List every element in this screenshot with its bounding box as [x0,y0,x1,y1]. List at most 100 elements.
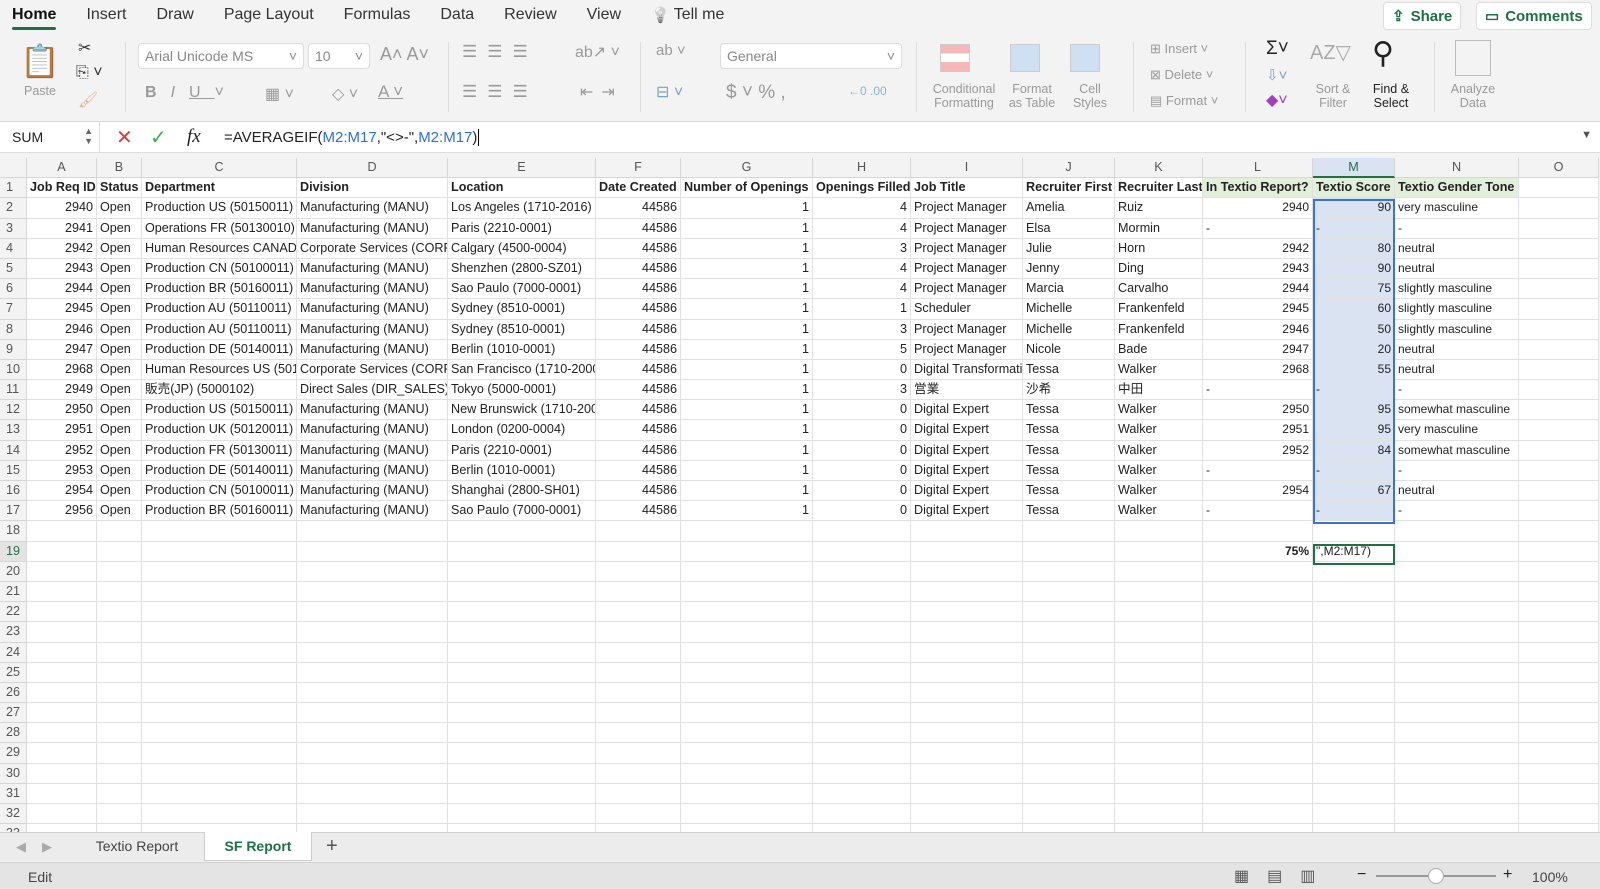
cell-L4[interactable]: 2942 [1203,238,1313,259]
cell-L1[interactable]: In Textio Report? [1203,178,1313,199]
cell-A27[interactable] [27,703,97,724]
column-header-B[interactable]: B [97,158,142,179]
cell-M28[interactable] [1313,723,1395,744]
cell-K16[interactable]: Walker [1115,481,1203,502]
sheet-tab-textio-report[interactable]: Textio Report [80,833,194,861]
cell-E11[interactable]: Tokyo (5000-0001) [448,380,596,401]
cell-H1[interactable]: Openings Filled [813,178,911,199]
number-format-select[interactable]: General ˅ [720,43,902,69]
row-header-13[interactable]: 13 [0,420,27,441]
cell-N20[interactable] [1395,561,1519,582]
cell-O20[interactable] [1519,561,1599,582]
cell-M31[interactable] [1313,783,1395,804]
cell-M25[interactable] [1313,662,1395,683]
cell-B11[interactable]: Open [97,380,142,401]
cell-F29[interactable] [596,743,681,764]
cell-E5[interactable]: Shenzhen (2800-SZ01) [448,258,596,280]
cell-A32[interactable] [27,804,97,825]
tab-data[interactable]: Data [440,6,474,24]
cell-N29[interactable] [1395,743,1519,764]
cell-K19[interactable] [1115,541,1203,562]
cell-B14[interactable]: Open [97,440,142,461]
cell-O29[interactable] [1519,743,1599,764]
fill-icon[interactable]: ⇩˅ [1266,66,1287,84]
cell-J17[interactable]: Tessa [1023,501,1115,522]
cell-K17[interactable]: Walker [1115,501,1203,522]
cell-O13[interactable] [1519,420,1599,441]
cell-E10[interactable]: San Francisco (1710-2000) [448,359,596,381]
cell-N15[interactable]: - [1395,460,1519,481]
cell-C8[interactable]: Production AU (50110011) [142,319,297,340]
row-header-15[interactable]: 15 [0,460,27,481]
cell-H13[interactable]: 0 [813,420,911,441]
cell-I25[interactable] [911,662,1023,683]
cell-G1[interactable]: Number of Openings [681,178,813,199]
cell-O2[interactable] [1519,198,1599,219]
bold-italic-underline-icons[interactable]: BIU˅ [145,84,238,102]
cell-F27[interactable] [596,703,681,724]
cell-H16[interactable]: 0 [813,481,911,502]
cell-H2[interactable]: 4 [813,198,911,219]
cell-C15[interactable]: Production DE (50140011) [142,460,297,481]
cell-E24[interactable] [448,642,596,663]
cell-D25[interactable] [297,662,448,683]
cell-C31[interactable] [142,783,297,804]
cell-D16[interactable]: Manufacturing (MANU) [297,481,448,502]
tab-tell-me[interactable]: Tell me [674,6,725,24]
cell-F28[interactable] [596,723,681,744]
cell-B9[interactable]: Open [97,339,142,360]
row-header-28[interactable]: 28 [0,723,27,744]
cell-I1[interactable]: Job Title [911,178,1023,199]
cell-I5[interactable]: Project Manager [911,258,1023,280]
cell-M17[interactable]: - [1313,501,1395,522]
cell-E7[interactable]: Sydney (8510-0001) [448,299,596,320]
cell-O15[interactable] [1519,460,1599,481]
cell-H32[interactable] [813,804,911,825]
column-header-A[interactable]: A [27,158,97,179]
cell-O24[interactable] [1519,642,1599,663]
cell-G2[interactable]: 1 [681,198,813,219]
cell-O5[interactable] [1519,258,1599,280]
cell-E21[interactable] [448,581,596,603]
cell-F22[interactable] [596,602,681,623]
cell-A31[interactable] [27,783,97,804]
cell-D12[interactable]: Manufacturing (MANU) [297,400,448,421]
cell-O6[interactable] [1519,279,1599,300]
find-icon[interactable]: ⚲ [1372,36,1394,71]
cell-N16[interactable]: neutral [1395,481,1519,502]
cell-J2[interactable]: Amelia [1023,198,1115,219]
cell-N19[interactable] [1395,541,1519,562]
cell-D10[interactable]: Corporate Services (CORP) [297,359,448,381]
cell-L6[interactable]: 2944 [1203,279,1313,300]
cell-D31[interactable] [297,783,448,804]
cell-N23[interactable] [1395,622,1519,643]
cell-I29[interactable] [911,743,1023,764]
cell-J5[interactable]: Jenny [1023,258,1115,280]
column-header-F[interactable]: F [596,158,681,179]
cell-N7[interactable]: slightly masculine [1395,299,1519,320]
cell-N1[interactable]: Textio Gender Tone [1395,178,1519,199]
column-header-M[interactable]: M [1313,158,1395,179]
cell-I24[interactable] [911,642,1023,663]
cell-G24[interactable] [681,642,813,663]
cell-M8[interactable]: 50 [1313,319,1395,340]
cell-H30[interactable] [813,763,911,784]
cell-L14[interactable]: 2952 [1203,440,1313,461]
cell-J4[interactable]: Julie [1023,238,1115,259]
cell-E25[interactable] [448,662,596,683]
cell-H29[interactable] [813,743,911,764]
cell-B13[interactable]: Open [97,420,142,441]
cell-C26[interactable] [142,682,297,704]
cell-B30[interactable] [97,763,142,784]
cell-J31[interactable] [1023,783,1115,804]
cell-G10[interactable]: 1 [681,359,813,381]
cell-G5[interactable]: 1 [681,258,813,280]
cell-G25[interactable] [681,662,813,683]
cell-O23[interactable] [1519,622,1599,643]
row-header-16[interactable]: 16 [0,481,27,502]
cell-D21[interactable] [297,581,448,603]
cell-A5[interactable]: 2943 [27,258,97,280]
cell-M4[interactable]: 80 [1313,238,1395,259]
cell-G19[interactable] [681,541,813,562]
cell-G26[interactable] [681,682,813,704]
